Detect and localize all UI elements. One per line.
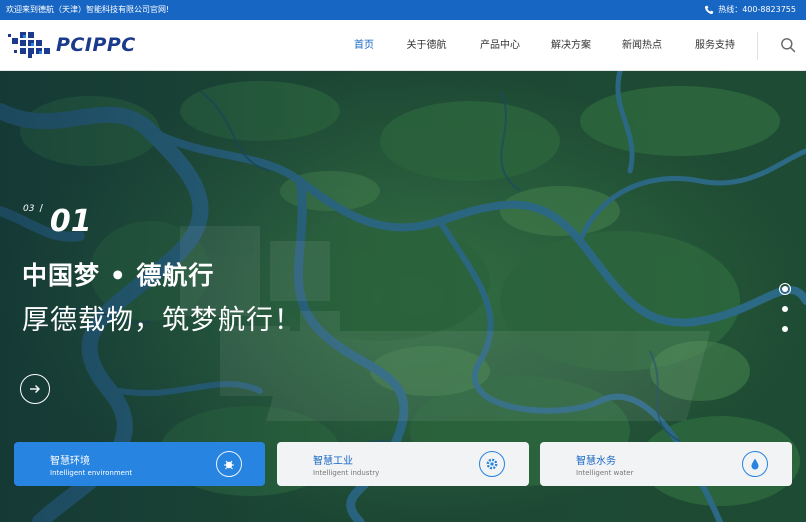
card-title: 智慧环境 — [50, 456, 90, 467]
nav-item-home[interactable]: 首页 — [340, 20, 388, 71]
nav-item-solutions[interactable]: 解决方案 — [535, 20, 607, 71]
card-smart-industry[interactable]: 智慧工业 Intelligent industry — [277, 442, 529, 486]
slide-dot-2[interactable] — [779, 303, 791, 315]
slide-current: 01 — [49, 204, 92, 239]
hero-banner: 03 / 01 中国梦 • 德航行 厚德载物，筑梦航行！ 智慧环境 Intell… — [0, 71, 806, 522]
card-title: 智慧工业 — [313, 456, 353, 467]
hotline-number: 400-8823755 — [742, 5, 796, 14]
card-subtitle: Intelligent environment — [50, 469, 133, 477]
arrow-right-icon — [30, 385, 40, 393]
nav-item-about[interactable]: 关于德航 — [388, 20, 465, 71]
card-title: 智慧水务 — [576, 456, 616, 467]
slide-dot-1[interactable] — [779, 283, 791, 295]
card-smart-environment[interactable]: 智慧环境 Intelligent environment — [14, 442, 265, 486]
nav-item-support[interactable]: 服务支持 — [677, 20, 753, 71]
welcome-text: 欢迎来到德航（天津）智能科技有限公司官网! — [6, 5, 170, 14]
logo[interactable]: PCIPPC — [6, 28, 138, 62]
card-subtitle: Intelligent industry — [313, 469, 380, 477]
hero-subtitle: 厚德载物，筑梦航行！ — [22, 305, 302, 336]
industry-gear-icon — [479, 451, 505, 477]
slide-dot-3[interactable] — [779, 323, 791, 335]
hotline: 热线： 400-8823755 — [704, 0, 796, 20]
nav-divider — [757, 32, 758, 60]
water-drop-icon — [742, 451, 768, 477]
nav-item-news[interactable]: 新闻热点 — [607, 20, 677, 71]
hero-title: 中国梦 • 德航行 — [22, 261, 215, 290]
search-icon[interactable] — [780, 37, 796, 53]
hotline-label: 热线： — [718, 5, 743, 14]
logo-mark-icon — [8, 32, 50, 58]
header: PCIPPC 首页 关于德航 产品中心 解决方案 新闻热点 服务支持 — [0, 20, 806, 71]
top-bar: 欢迎来到德航（天津）智能科技有限公司官网! 热线： 400-8823755 — [0, 0, 806, 20]
environment-icon — [216, 451, 242, 477]
main-nav: 首页 关于德航 产品中心 解决方案 新闻热点 服务支持 — [340, 20, 753, 71]
logo-text: PCIPPC — [56, 34, 136, 56]
nav-item-products[interactable]: 产品中心 — [465, 20, 535, 71]
next-slide-button[interactable] — [20, 374, 50, 404]
card-smart-water[interactable]: 智慧水务 Intelligent water — [540, 442, 792, 486]
slide-separator: / — [39, 203, 43, 214]
slide-counter: 03 / 01 — [23, 203, 92, 237]
slide-total: 03 — [23, 204, 35, 214]
slide-pagination — [779, 283, 791, 343]
card-subtitle: Intelligent water — [576, 469, 634, 477]
phone-icon — [705, 5, 714, 15]
